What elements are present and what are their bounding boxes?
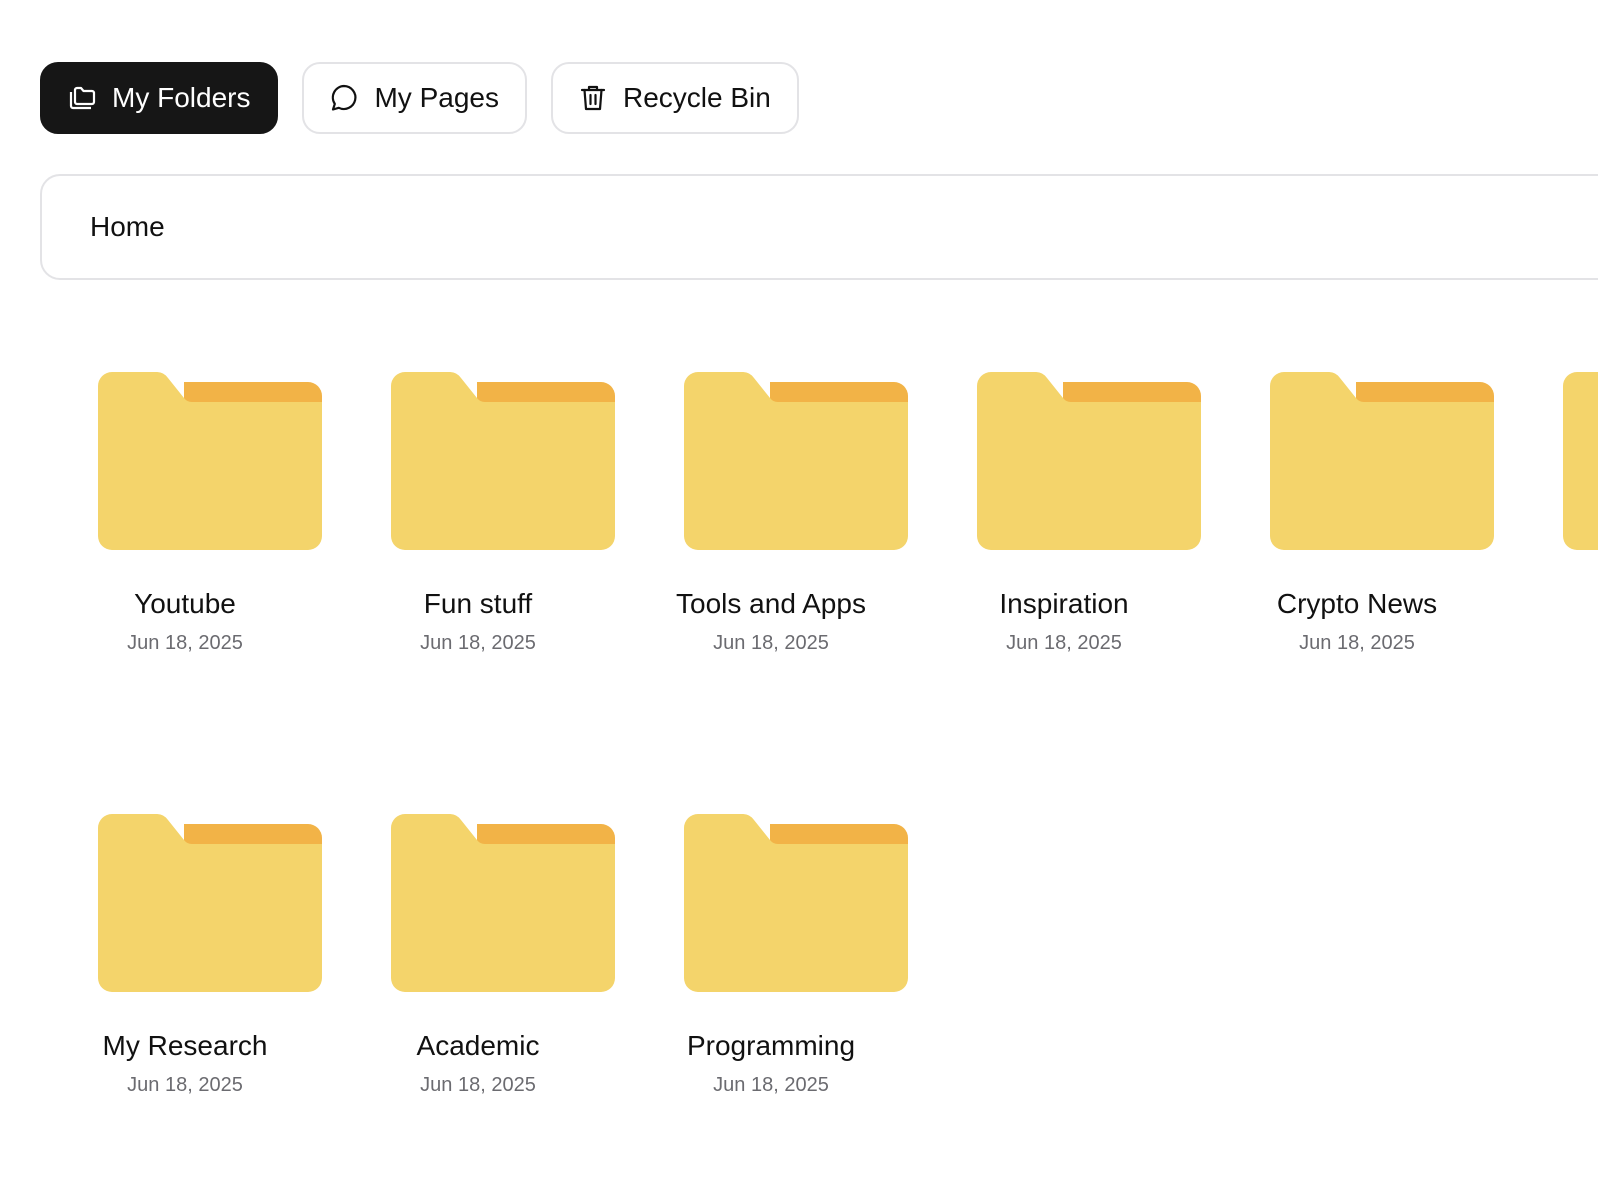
folder-name: My Research xyxy=(102,1030,268,1061)
folder-item[interactable]: Academic Jun 18, 2025 xyxy=(333,814,623,1097)
folder-icon xyxy=(1270,372,1494,550)
folder-date: Jun 18, 2025 xyxy=(1299,632,1415,654)
folder-item[interactable]: Programming Jun 18, 2025 xyxy=(626,814,916,1097)
folder-grid: Youtube Jun 18, 2025 Fun stuff Jun 18, 2… xyxy=(0,0,1598,1198)
folder-date: Jun 18, 2025 xyxy=(127,632,243,654)
folder-item[interactable]: Crypto News Jun 18, 2025 xyxy=(1212,372,1502,655)
folder-date: Jun 18, 2025 xyxy=(420,1074,536,1096)
folder-item[interactable]: Tools and Apps Jun 18, 2025 xyxy=(626,372,916,655)
folder-icon xyxy=(1563,372,1598,550)
folder-icon xyxy=(98,814,322,992)
folder-name: Academic xyxy=(416,1030,540,1061)
folder-item[interactable]: Inspiration Jun 18, 2025 xyxy=(919,372,1209,655)
folder-date: Jun 18, 2025 xyxy=(713,1074,829,1096)
folder-date: Jun 18, 2025 xyxy=(713,632,829,654)
folder-name: Youtube xyxy=(134,588,236,619)
folder-item[interactable]: Youtube Jun 18, 2025 xyxy=(40,372,330,655)
folder-name: Programming xyxy=(686,1030,856,1061)
folder-item[interactable] xyxy=(1505,372,1598,588)
folder-icon xyxy=(684,814,908,992)
folder-date: Jun 18, 2025 xyxy=(1006,632,1122,654)
folders-page: My Folders My Pages Recycle Bin Home You… xyxy=(0,0,1598,1198)
folder-name: Tools and Apps xyxy=(676,588,866,619)
folder-name: Inspiration xyxy=(999,588,1129,619)
folder-item[interactable]: My Research Jun 18, 2025 xyxy=(40,814,330,1097)
folder-icon xyxy=(391,814,615,992)
folder-name: Fun stuff xyxy=(423,588,533,619)
folder-icon xyxy=(98,372,322,550)
folder-icon xyxy=(391,372,615,550)
folder-icon xyxy=(684,372,908,550)
folder-date: Jun 18, 2025 xyxy=(127,1074,243,1096)
folder-item[interactable]: Fun stuff Jun 18, 2025 xyxy=(333,372,623,655)
folder-date: Jun 18, 2025 xyxy=(420,632,536,654)
folder-icon xyxy=(977,372,1201,550)
folder-name: Crypto News xyxy=(1276,588,1438,619)
